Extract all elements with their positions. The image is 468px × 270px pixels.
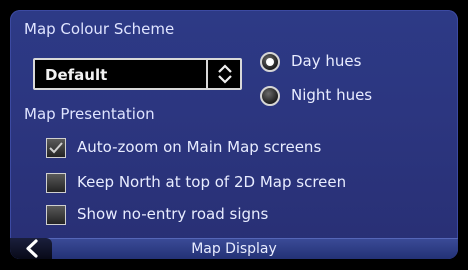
no-entry-signs-label: Show no-entry road signs: [77, 205, 269, 223]
dropdown-divider: [206, 60, 208, 88]
no-entry-signs-checkbox[interactable]: [46, 205, 66, 225]
colour-scheme-dropdown[interactable]: Default: [33, 58, 242, 90]
colour-scheme-title: Map Colour Scheme: [24, 20, 175, 38]
auto-zoom-checkbox[interactable]: [46, 138, 66, 158]
back-button[interactable]: [10, 238, 52, 259]
night-hues-label: Night hues: [291, 86, 373, 104]
keep-north-label: Keep North at top of 2D Map screen: [77, 173, 347, 191]
day-hues-label: Day hues: [291, 52, 362, 70]
footer-title: Map Display: [191, 241, 277, 257]
presentation-title: Map Presentation: [24, 105, 155, 123]
day-hues-radio[interactable]: [260, 52, 280, 72]
chevron-left-icon: [26, 239, 38, 258]
keep-north-checkbox[interactable]: [46, 173, 66, 193]
up-down-arrows-icon[interactable]: [213, 62, 237, 86]
map-display-panel: Map Colour Scheme Default Day hues Night…: [10, 10, 458, 259]
night-hues-radio[interactable]: [260, 86, 280, 106]
checkmark-icon: [49, 142, 63, 154]
footer-bar: Map Display: [10, 238, 458, 259]
radio-selected-dot: [266, 58, 274, 66]
colour-scheme-value: Default: [45, 66, 108, 84]
auto-zoom-label: Auto-zoom on Main Map screens: [77, 138, 322, 156]
